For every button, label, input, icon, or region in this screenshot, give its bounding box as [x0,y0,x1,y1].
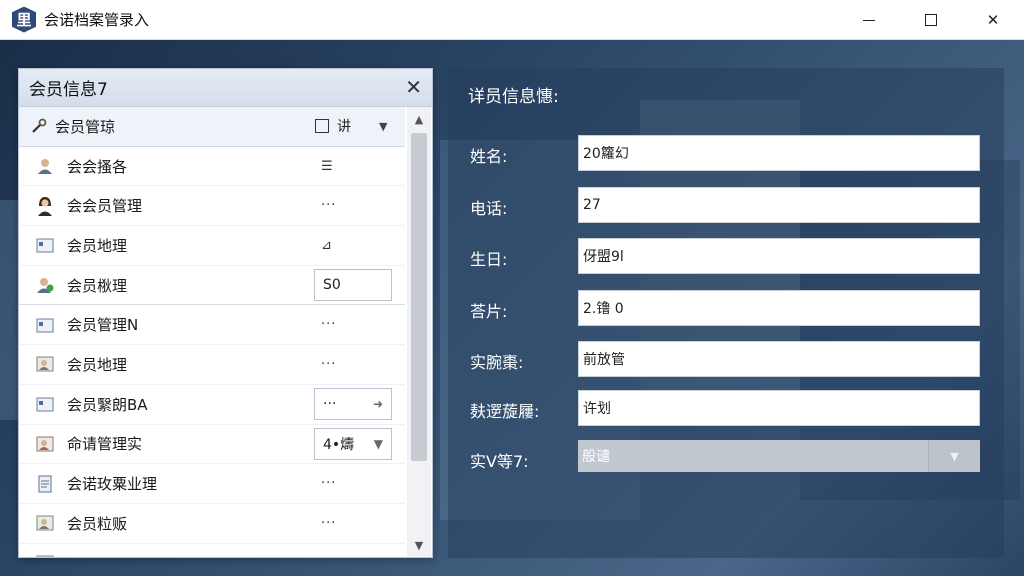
item-value-field[interactable]: S0 [314,268,392,301]
scroll-down-icon[interactable]: ▼ [407,535,431,555]
more-icon[interactable]: ··· [321,357,336,372]
list-item[interactable]: 会会搔各 ☰ [19,147,405,187]
form-row-select: 实V等7: 般谴 ▼ [448,440,1004,476]
card-icon [35,394,55,414]
list-item[interactable]: 会会员管理 ··· [19,186,405,227]
chart-icon[interactable]: ⊿ [321,238,333,253]
more-icon[interactable]: ··· [321,198,336,213]
window-controls: ✕ [838,0,1024,40]
list-header-label: 会员管琼 [55,117,116,136]
window-title: 会诺档案管录入 [44,11,150,29]
form-row-field5: 实腕棗: [448,341,1004,377]
list-item[interactable]: 会员梑理 S0 [19,266,405,306]
item-dropdown[interactable]: 4•燽 ▼ [314,427,392,460]
list-item[interactable]: 会员粒贩 ··· [19,504,405,544]
scroll-thumb[interactable] [411,133,427,461]
title-bar: 里 会诺档案管录入 ✕ [0,0,1024,40]
field5-label: 实腕棗: [470,353,524,372]
chevron-down-icon[interactable]: ▼ [928,440,980,472]
list-item-partial[interactable] [19,544,405,557]
more-icon[interactable]: ··· [321,476,336,491]
list-item-label: 会员管理N [67,316,139,335]
list-item-label: 会员梑理 [67,276,128,295]
list-item[interactable]: 会员地理 ⊿ [19,226,405,266]
header-action-label[interactable]: 讲 [337,116,351,136]
item-action-field[interactable]: ··· ➜ [314,387,392,420]
list-item-label: 会员地理 [67,236,128,255]
list-item[interactable]: 会诺玫粟业理 ··· [19,464,405,504]
field5-input[interactable] [578,341,980,377]
user-icon [35,156,55,176]
select-label: 实V等7: [470,452,529,471]
list-item-label: 会诺玫粟业理 [67,475,158,494]
item-box-value: ··· [323,395,337,412]
wrench-icon [29,116,49,136]
list-icon[interactable]: ☰ [321,159,334,174]
name-field[interactable] [578,135,980,171]
form-row-card: 荅片: [448,290,1004,326]
form-row-name: 姓名: [448,135,1004,171]
member-details-panel: 详员信息憓: 姓名: 电话: 生日: 荅片: 实腕棗: 麸遻蔙屨: 实V等7: … [448,68,1004,558]
maximize-button[interactable] [900,0,962,40]
list-item-label: 会会搔各 [67,157,128,176]
name-label: 姓名: [470,147,508,166]
list-item-label: 会员繄朗BA [67,395,148,414]
close-icon: ✕ [986,11,1000,29]
user-check-icon [35,275,55,295]
maximize-icon [925,14,937,26]
list-item-label: 命请管理实 [67,435,143,454]
details-title: 详员信息憓: [468,87,559,107]
panel-close-button[interactable]: ✕ [405,77,422,97]
female-user-icon [35,196,55,216]
copy-icon[interactable] [315,119,329,134]
app-logo-icon: 里 [12,6,36,33]
close-window-button[interactable]: ✕ [962,0,1024,40]
birthday-label: 生日: [470,250,508,269]
form-row-field6: 麸遻蔙屨: [448,390,1004,426]
more-icon[interactable]: ··· [321,516,336,531]
list-item[interactable]: 会员繄朗BA ··· ➜ [19,385,405,425]
chevron-down-icon: ▼ [373,436,383,451]
header-actions: 讲 ▼ [315,116,387,136]
list-item-label: 会会员管理 [67,197,143,216]
user-card-icon [35,513,55,533]
level-select[interactable]: 般谴 ▼ [578,440,980,472]
panel-title: 会员信息7 [29,80,108,100]
list-item[interactable]: 命请管理实 4•燽 ▼ [19,425,405,465]
list-item-label: 会员地理 [67,355,128,374]
list-item[interactable]: 会员地理 ··· [19,345,405,385]
item-dropdown-value: 4•燽 [323,436,355,453]
select-value: 般谴 [578,440,928,472]
minimize-button[interactable] [838,0,900,40]
list-item-label: 会员粒贩 [67,514,128,533]
user-card-icon [35,434,55,454]
list-item[interactable]: 会员管理N ··· [19,305,405,346]
card-icon [35,235,55,255]
phone-label: 电话: [470,199,508,218]
minimize-icon [863,19,875,21]
member-info-panel: 会员信息7 ✕ 会员管琼 讲 ▼ 会会搔各 ☰ 会会员管理 ··· 会员地理 ⊿… [18,68,433,558]
document-icon [35,474,55,494]
list-header-item[interactable]: 会员管琼 讲 ▼ [19,107,405,147]
card-label: 荅片: [470,302,508,321]
birthday-field[interactable] [578,238,980,274]
user-card-icon [35,553,55,557]
arrow-right-icon: ➜ [372,396,383,411]
panel-header: 会员信息7 [19,69,432,107]
scroll-up-icon[interactable]: ▲ [407,109,431,129]
field6-input[interactable] [578,390,980,426]
form-row-phone: 电话: [448,187,1004,223]
user-card-icon [35,354,55,374]
list-scrollbar[interactable]: ▲ ▼ [407,107,431,557]
form-row-birthday: 生日: [448,238,1004,274]
member-menu-list: 会员管琼 讲 ▼ 会会搔各 ☰ 会会员管理 ··· 会员地理 ⊿ 会员梑理 S0… [19,107,405,557]
card-field[interactable] [578,290,980,326]
card-icon [35,315,55,335]
more-icon[interactable]: ··· [321,317,336,332]
chevron-down-icon[interactable]: ▼ [379,120,387,133]
phone-field[interactable] [578,187,980,223]
field6-label: 麸遻蔙屨: [470,402,540,421]
